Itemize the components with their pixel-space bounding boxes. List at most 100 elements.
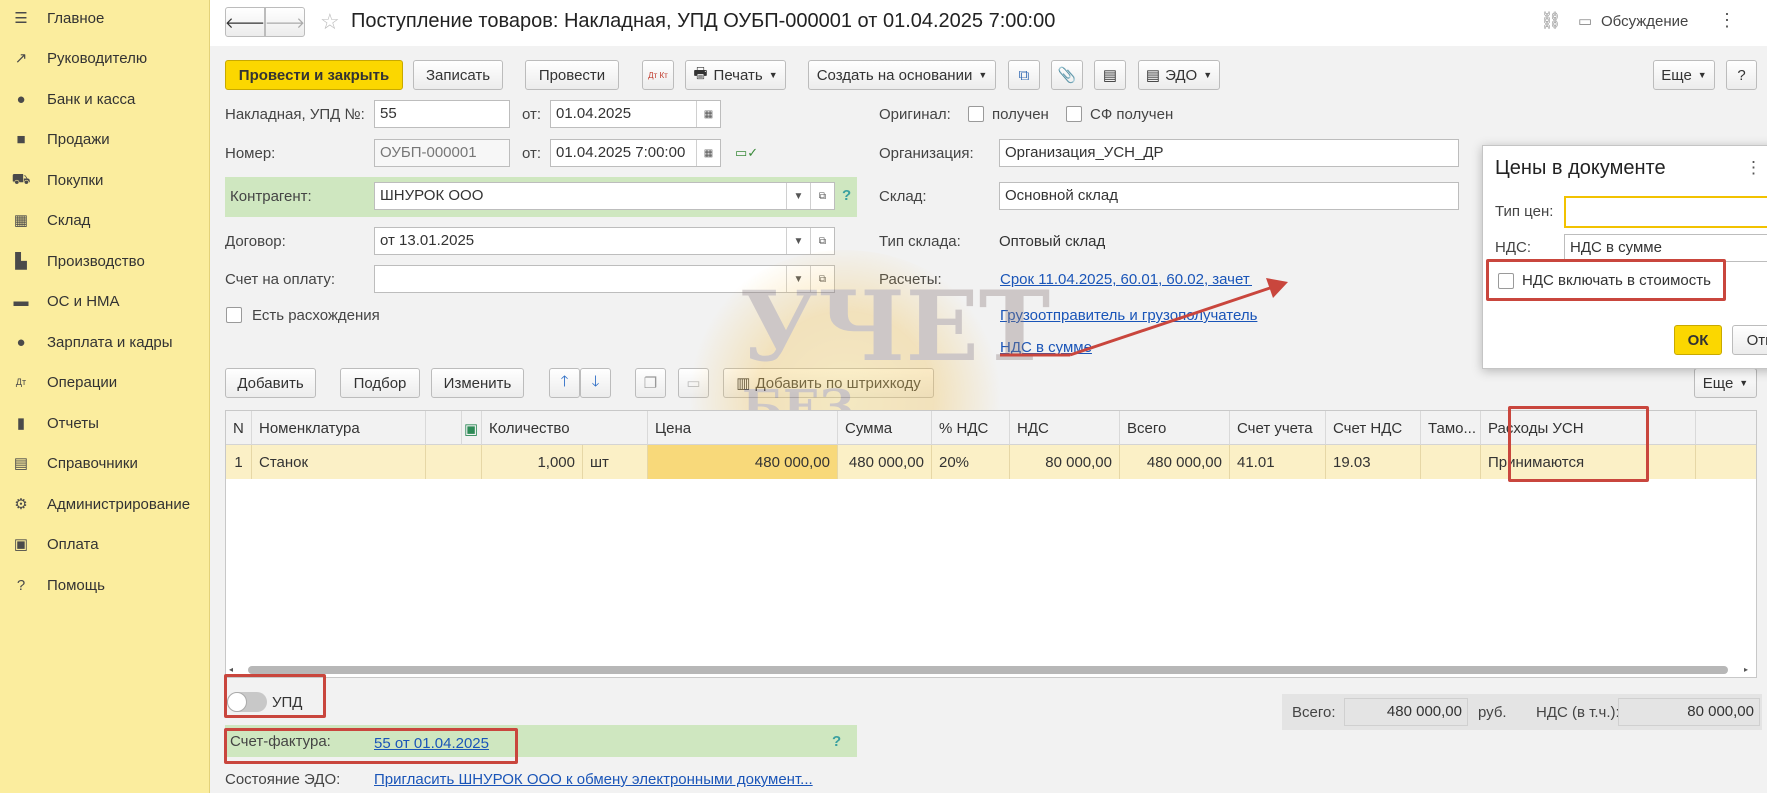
add-by-barcode-button[interactable]: ▥ Добавить по штрихкоду bbox=[723, 368, 934, 398]
change-button[interactable]: Изменить bbox=[431, 368, 524, 398]
cell-total[interactable]: 480 000,00 bbox=[1120, 445, 1230, 479]
help-question-icon[interactable]: ? bbox=[832, 733, 841, 750]
column-header-blank[interactable] bbox=[426, 411, 462, 445]
dropdown-caret-icon[interactable]: ▼ bbox=[786, 228, 810, 254]
more-vertical-icon[interactable]: ⋮ bbox=[1745, 158, 1762, 178]
open-icon[interactable]: ⧉ bbox=[810, 183, 834, 209]
cell-vat-account[interactable]: 19.03 bbox=[1326, 445, 1421, 479]
invoice-link[interactable]: 55 от 01.04.2025 bbox=[374, 735, 489, 752]
cell-quantity[interactable]: 1,000 bbox=[482, 445, 583, 479]
cancel-button[interactable]: Отмена bbox=[1732, 325, 1767, 355]
sf-received-checkbox[interactable] bbox=[1066, 106, 1082, 122]
cell-vat[interactable]: 80 000,00 bbox=[1010, 445, 1120, 479]
chat-icon[interactable]: ▭ bbox=[1578, 12, 1592, 30]
move-up-button[interactable]: 🡑 bbox=[549, 368, 580, 398]
sidebar-item-reports[interactable]: ▮ Отчеты bbox=[0, 406, 210, 440]
original-received-checkbox[interactable] bbox=[968, 106, 984, 122]
help-question-icon[interactable]: ? bbox=[842, 187, 851, 204]
open-icon[interactable]: ⧉ bbox=[810, 228, 834, 254]
add-row-button[interactable]: Добавить bbox=[225, 368, 316, 398]
discrepancies-checkbox[interactable] bbox=[226, 307, 242, 323]
star-icon[interactable]: ☆ bbox=[320, 9, 340, 35]
back-button[interactable]: 🡐 bbox=[225, 7, 265, 37]
number-field[interactable]: ОУБП-000001 bbox=[374, 139, 510, 167]
sidebar-item-sales[interactable]: ■ Продажи bbox=[0, 122, 210, 156]
sidebar-item-payment[interactable]: ▣ Оплата bbox=[0, 527, 210, 561]
attach-button[interactable]: 📎 bbox=[1051, 60, 1083, 90]
discussion-button[interactable]: Обсуждение bbox=[1601, 13, 1688, 30]
cell-price[interactable]: 480 000,00 bbox=[648, 445, 838, 479]
contract-field[interactable]: от 13.01.2025 ▼ ⧉ bbox=[374, 227, 835, 255]
sidebar-item-warehouse[interactable]: ▦ Склад bbox=[0, 203, 210, 237]
scroll-left-icon[interactable]: ◂ bbox=[229, 665, 233, 674]
column-header-account[interactable]: Счет учета bbox=[1230, 411, 1326, 445]
invoice-number-field[interactable]: 55 bbox=[374, 100, 510, 128]
column-header-sum[interactable]: Сумма bbox=[838, 411, 932, 445]
column-header-nomenclature[interactable]: Номенклатура bbox=[252, 411, 426, 445]
vat-field[interactable]: НДС в сумме▼ bbox=[1564, 234, 1767, 262]
column-header-icon[interactable]: ▣ bbox=[462, 411, 482, 445]
column-header-n[interactable]: N bbox=[226, 411, 252, 445]
upd-toggle[interactable] bbox=[227, 692, 267, 712]
link-icon[interactable]: ⛓ bbox=[1540, 11, 1562, 31]
invoice-date-field[interactable]: 01.04.2025 ▦ bbox=[550, 100, 721, 128]
sidebar-item-main[interactable]: ☰ Главное bbox=[0, 1, 210, 35]
list-button[interactable]: ▤ bbox=[1094, 60, 1126, 90]
forward-button[interactable]: 🡒 bbox=[265, 7, 305, 37]
column-header-vat-rate[interactable]: % НДС bbox=[932, 411, 1010, 445]
print-button[interactable]: 🖶 Печать ▼ bbox=[685, 60, 786, 90]
edo-invite-link[interactable]: Пригласить ШНУРОК ООО к обмену электронн… bbox=[374, 771, 813, 788]
more-button[interactable]: Еще ▼ bbox=[1653, 60, 1715, 90]
move-down-button[interactable]: 🡓 bbox=[580, 368, 611, 398]
sidebar-item-purchases[interactable]: ⛟ Покупки bbox=[0, 163, 210, 197]
help-button[interactable]: ? bbox=[1726, 60, 1757, 90]
sidebar-item-help[interactable]: ? Помощь bbox=[0, 568, 210, 602]
settlements-link[interactable]: Срок 11.04.2025, 60.01, 60.02, зачет ав bbox=[1000, 271, 1252, 288]
copy-rows-button[interactable]: ❐ bbox=[635, 368, 666, 398]
counterparty-field[interactable]: ШНУРОК ООО ▼ ⧉ bbox=[374, 182, 835, 210]
dropdown-caret-icon[interactable]: ▼ bbox=[786, 266, 810, 292]
ok-button[interactable]: ОК bbox=[1674, 325, 1722, 355]
organization-field[interactable]: Организация_УСН_ДР bbox=[999, 139, 1459, 167]
structure-button[interactable]: ⧉ bbox=[1008, 60, 1040, 90]
save-button[interactable]: Записать bbox=[413, 60, 503, 90]
cell-unit[interactable]: шт bbox=[583, 445, 648, 479]
payment-account-field[interactable]: ▼ ⧉ bbox=[374, 265, 835, 293]
more-vertical-icon[interactable]: ⋮ bbox=[1718, 10, 1736, 31]
cell-account[interactable]: 41.01 bbox=[1230, 445, 1326, 479]
dt-kt-button[interactable]: Дт Кт bbox=[642, 60, 674, 90]
column-header-price[interactable]: Цена bbox=[648, 411, 838, 445]
cell-vat-rate[interactable]: 20% bbox=[932, 445, 1010, 479]
sidebar-item-admin[interactable]: ⚙ Администрирование bbox=[0, 487, 210, 521]
price-type-field[interactable]: ▼⧉ bbox=[1564, 196, 1767, 228]
post-and-close-button[interactable]: Провести и закрыть bbox=[225, 60, 403, 90]
scroll-right-icon[interactable]: ▸ bbox=[1744, 665, 1748, 674]
number-date-field[interactable]: 01.04.2025 7:00:00 ▦ bbox=[550, 139, 721, 167]
calendar-icon[interactable]: ▦ bbox=[696, 101, 720, 127]
paste-rows-button[interactable]: ▭ bbox=[678, 368, 709, 398]
sidebar-item-manager[interactable]: ↗ Руководителю bbox=[0, 41, 210, 75]
column-header-quantity[interactable]: Количество bbox=[482, 411, 648, 445]
include-vat-checkbox[interactable] bbox=[1498, 273, 1514, 289]
cell-n[interactable]: 1 bbox=[226, 445, 252, 479]
cell-customs[interactable] bbox=[1421, 445, 1481, 479]
dropdown-caret-icon[interactable]: ▼ bbox=[786, 183, 810, 209]
column-header-total[interactable]: Всего bbox=[1120, 411, 1230, 445]
edo-button[interactable]: ▤ ЭДО ▼ bbox=[1138, 60, 1220, 90]
warehouse-field[interactable]: Основной склад bbox=[999, 182, 1459, 210]
vat-mode-link[interactable]: НДС в сумме bbox=[1000, 339, 1092, 356]
table-more-button[interactable]: Еще ▼ bbox=[1694, 368, 1757, 398]
create-based-on-button[interactable]: Создать на основании ▼ bbox=[808, 60, 996, 90]
cell-sum[interactable]: 480 000,00 bbox=[838, 445, 932, 479]
pick-button[interactable]: Подбор bbox=[340, 368, 420, 398]
post-button[interactable]: Провести bbox=[525, 60, 619, 90]
horizontal-scrollbar[interactable] bbox=[248, 666, 1728, 674]
column-header-usn-expenses[interactable]: Расходы УСН bbox=[1481, 411, 1696, 445]
open-icon[interactable]: ⧉ bbox=[810, 266, 834, 292]
sidebar-item-salary[interactable]: ● Зарплата и кадры bbox=[0, 325, 210, 359]
cell-nomenclature[interactable]: Станок bbox=[252, 445, 426, 479]
sidebar-item-operations[interactable]: Дт Операции bbox=[0, 365, 210, 399]
cell-blank[interactable] bbox=[426, 445, 482, 479]
sidebar-item-production[interactable]: ▙ Производство bbox=[0, 244, 210, 278]
shipper-consignee-link[interactable]: Грузоотправитель и грузополучатель bbox=[1000, 307, 1257, 324]
